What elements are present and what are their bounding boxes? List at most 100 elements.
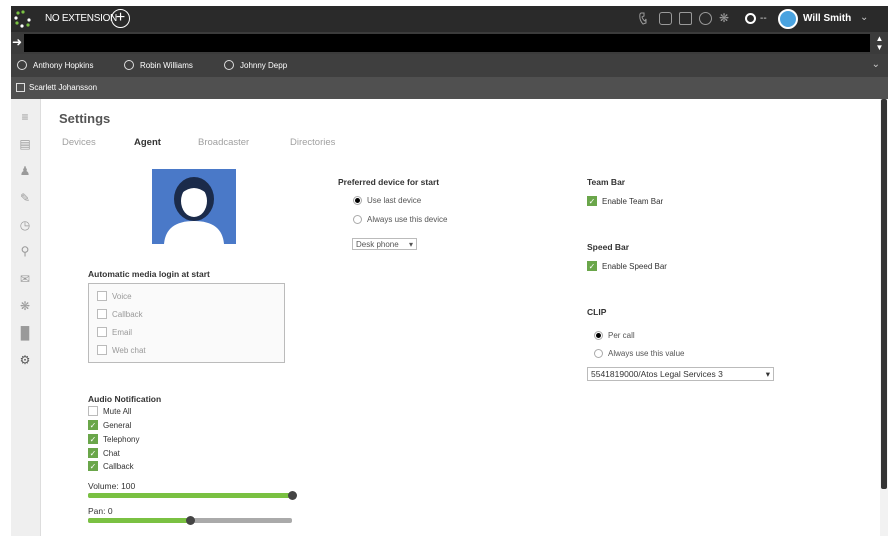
device-option-always[interactable]: Always use this device <box>353 215 447 224</box>
checkbox[interactable] <box>97 327 107 337</box>
checkbox[interactable]: ✓ <box>587 196 597 206</box>
mail-icon[interactable]: ✉ <box>17 271 33 287</box>
tab-devices[interactable]: Devices <box>62 137 96 148</box>
checkbox-label: Enable Team Bar <box>602 196 664 206</box>
media-option-email[interactable]: Email <box>97 327 132 337</box>
speed-bar-contact[interactable]: Scarlett Johansson <box>29 83 97 92</box>
checkbox-label: Voice <box>112 291 132 301</box>
history-clock-icon[interactable]: ◷ <box>17 217 33 233</box>
media-option-voice[interactable]: Voice <box>97 291 132 301</box>
audio-chat[interactable]: ✓ Chat <box>88 448 120 458</box>
checkbox-label: Web chat <box>112 345 146 355</box>
clip-select[interactable]: 5541819000/Atos Legal Services 3 ▾ <box>587 367 774 381</box>
radio[interactable] <box>594 349 603 358</box>
presence-icon[interactable] <box>745 13 756 24</box>
clip-label: CLIP <box>587 307 607 317</box>
team-member-name: Robin Williams <box>140 60 193 70</box>
volume-label: Volume: 100 <box>88 481 136 491</box>
chevron-down-icon[interactable]: ⌄ <box>872 59 880 70</box>
radio[interactable] <box>353 196 362 205</box>
chevron-down-icon[interactable]: ⌄ <box>860 12 868 23</box>
left-sidebar: ≡ ▤ ♟ ✎ ◷ ⚲ ✉ ❋ █ ⚙ <box>11 99 41 536</box>
enable-speed-bar[interactable]: ✓ Enable Speed Bar <box>587 261 667 271</box>
checkbox[interactable]: ✓ <box>88 434 98 444</box>
audio-callback[interactable]: ✓ Callback <box>88 461 134 471</box>
audio-telephony[interactable]: ✓ Telephony <box>88 434 139 444</box>
contact-icon <box>16 83 25 92</box>
mail-icon[interactable] <box>679 12 692 25</box>
device-select[interactable]: Desk phone ▾ <box>352 238 417 250</box>
agent-avatar[interactable] <box>152 169 236 244</box>
checkbox-label: Enable Speed Bar <box>602 261 667 271</box>
media-option-callback[interactable]: Callback <box>97 309 143 319</box>
dropdown-arrow-icon: ▾ <box>408 239 413 249</box>
presence-dot-icon <box>224 60 234 70</box>
presence-status: -- <box>760 13 767 24</box>
team-member[interactable]: Anthony Hopkins <box>17 60 93 70</box>
scrollbar-thumb[interactable] <box>881 99 887 489</box>
tab-agent[interactable]: Agent <box>134 137 161 148</box>
team-member[interactable]: Johnny Depp <box>224 60 287 70</box>
checkbox[interactable]: ✓ <box>88 461 98 471</box>
checkbox-label: Mute All <box>103 406 132 416</box>
enable-team-bar[interactable]: ✓ Enable Team Bar <box>587 196 663 206</box>
checkbox[interactable]: ✓ <box>88 420 98 430</box>
media-option-webchat[interactable]: Web chat <box>97 345 146 355</box>
tab-directories[interactable]: Directories <box>290 137 335 148</box>
checkbox-label: Callback <box>112 309 143 319</box>
voicemail-icon[interactable] <box>659 12 672 25</box>
statistics-icon[interactable]: █ <box>17 325 33 341</box>
contacts-book-icon[interactable]: ▤ <box>17 136 33 152</box>
volume-slider[interactable] <box>88 491 297 500</box>
settings-gear-icon[interactable]: ⚙ <box>17 352 33 368</box>
checkbox[interactable] <box>97 309 107 319</box>
menu-icon[interactable]: ≡ <box>17 109 33 125</box>
spinner-icon[interactable]: ▲ ▼ <box>873 34 886 52</box>
radio-label: Always use this value <box>608 349 685 358</box>
user-avatar[interactable] <box>778 9 798 29</box>
team-member-name: Johnny Depp <box>240 60 288 70</box>
phone-icon[interactable] <box>639 12 647 25</box>
clip-option-always[interactable]: Always use this value <box>594 349 684 358</box>
arrow-right-icon[interactable]: ➜ <box>12 35 22 49</box>
checkbox[interactable] <box>97 345 107 355</box>
audio-general[interactable]: ✓ General <box>88 420 131 430</box>
radio[interactable] <box>353 215 362 224</box>
radio-label: Always use this device <box>367 215 448 224</box>
checkbox[interactable] <box>88 406 98 416</box>
pan-knob[interactable] <box>186 516 195 525</box>
search-icon[interactable]: ⚲ <box>17 243 33 259</box>
clip-option-per-call[interactable]: Per call <box>594 331 635 340</box>
transfer-icon[interactable]: ✎ <box>17 190 33 206</box>
add-extension-button[interactable]: + <box>111 9 130 28</box>
extension-label[interactable]: NO EXTENSION <box>45 13 117 24</box>
tab-broadcaster[interactable]: Broadcaster <box>198 137 249 148</box>
team-icon[interactable]: ❋ <box>17 298 33 314</box>
pan-slider[interactable] <box>88 516 292 525</box>
user-name[interactable]: Will Smith <box>803 13 851 24</box>
checkbox-label: General <box>103 420 132 430</box>
radio-label: Per call <box>608 331 635 340</box>
team-member[interactable]: Robin Williams <box>124 60 193 70</box>
dial-input[interactable] <box>24 34 870 52</box>
checkbox-label: Email <box>112 327 133 337</box>
checkbox[interactable]: ✓ <box>88 448 98 458</box>
media-login-label: Automatic media login at start <box>88 269 210 279</box>
pan-fill <box>88 518 190 523</box>
checkbox[interactable] <box>97 291 107 301</box>
volume-knob[interactable] <box>288 491 297 500</box>
speed-bar: Scarlett Johansson <box>11 77 888 99</box>
team-icon[interactable]: ❋ <box>719 12 732 25</box>
app-window: NO EXTENSION + ❋ -- Will Smith ⌄ ➜ ▲ ▼ An… <box>0 0 890 536</box>
speed-bar-label: Speed Bar <box>587 242 630 252</box>
checkbox-label: Telephony <box>103 434 140 444</box>
radio-label: Use last device <box>367 196 422 205</box>
smiley-icon[interactable] <box>699 12 712 25</box>
device-option-last[interactable]: Use last device <box>353 196 421 205</box>
checkbox[interactable]: ✓ <box>587 261 597 271</box>
checkbox-label: Callback <box>103 461 134 471</box>
radio[interactable] <box>594 331 603 340</box>
vertical-scrollbar[interactable] <box>880 99 888 536</box>
audio-mute-all[interactable]: Mute All <box>88 406 131 416</box>
add-user-icon[interactable]: ♟ <box>17 163 33 179</box>
